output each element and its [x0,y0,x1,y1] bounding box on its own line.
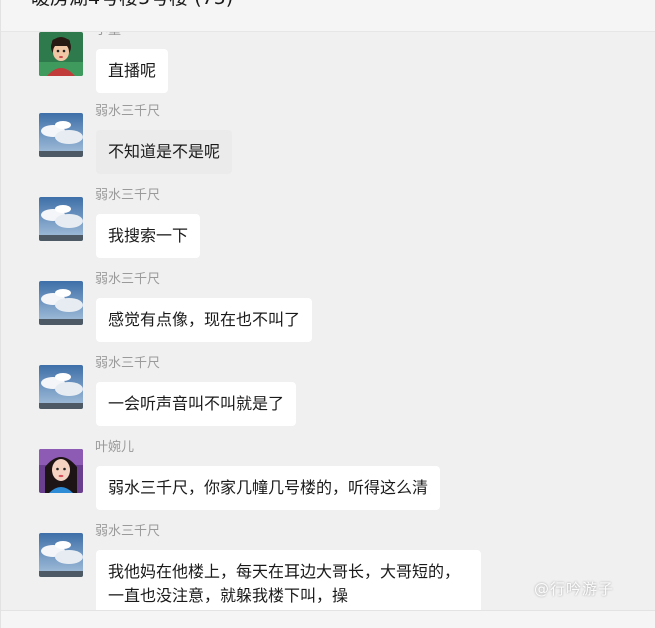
message-bubble[interactable]: 我搜索一下 [96,214,201,258]
message-bubble[interactable]: 我他妈在他楼上，每天在耳边大哥长，大哥短的，一直也没注意，就躲我楼下叫，操 [96,550,481,610]
sender-name: 弱水三千尺 [95,524,161,539]
input-area-edge[interactable] [1,610,655,628]
sky-avatar-icon[interactable] [39,365,83,409]
message-bubble[interactable]: 直播呢 [96,49,169,93]
watermark: @行吟游子 [534,580,615,598]
woman-avatar-icon[interactable] [39,449,83,493]
chat-window: 暖房湖4号楼5号楼 (75) 小童 直播呢 [0,0,655,628]
message-list[interactable]: 小童 直播呢 [1,32,655,610]
sky-avatar-icon[interactable] [39,281,83,325]
chat-header: 暖房湖4号楼5号楼 (75) [1,0,655,32]
chat-title: 暖房湖4号楼5号楼 (75) [31,0,233,10]
sender-name: 小童 [95,32,121,40]
message-bubble[interactable]: 弱水三千尺，你家几幢几号楼的，听得这么清 [96,466,441,510]
sky-avatar-icon[interactable] [39,113,83,157]
sky-avatar-icon[interactable] [39,533,83,577]
sender-name: 叶婉儿 [95,440,135,455]
message-bubble[interactable]: 一会听声音叫不叫就是了 [96,382,297,426]
sender-name: 弱水三千尺 [95,104,161,119]
girl-avatar-icon[interactable] [39,32,83,76]
sky-avatar-icon[interactable] [39,197,83,241]
message-bubble[interactable]: 不知道是不是呢 [96,130,233,174]
sender-name: 弱水三千尺 [95,188,161,203]
message-bubble[interactable]: 感觉有点像，现在也不叫了 [96,298,313,342]
sender-name: 弱水三千尺 [95,356,161,371]
sender-name: 弱水三千尺 [95,272,161,287]
